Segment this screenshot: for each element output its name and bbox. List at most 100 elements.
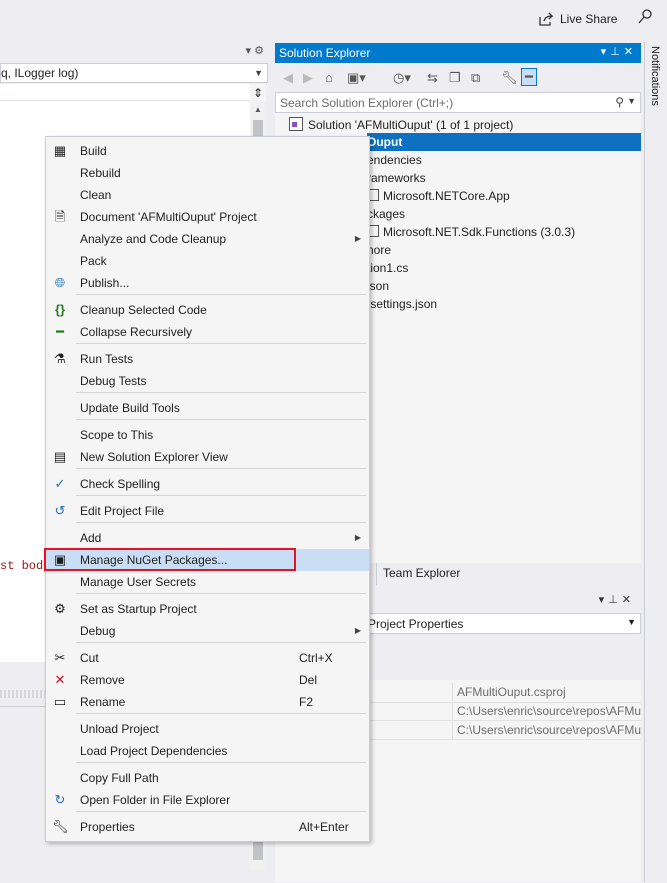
tree-item-local-settings[interactable]: .settings.json bbox=[367, 295, 437, 313]
annotation-highlight-box bbox=[44, 548, 296, 571]
menu-item-label: Build bbox=[80, 144, 107, 158]
menu-separator bbox=[76, 593, 366, 594]
refresh-arrow-icon: ↻ bbox=[54, 792, 66, 807]
menu-item-debug-tests[interactable]: Debug Tests bbox=[46, 370, 369, 392]
menu-item-copy-full-path[interactable]: Copy Full Path bbox=[46, 767, 369, 789]
menu-separator bbox=[76, 468, 366, 469]
menu-item-check-spelling[interactable]: ✓ Check Spelling bbox=[46, 473, 369, 495]
tree-item-solution[interactable]: Solution 'AFMultiOuput' (1 of 1 project) bbox=[289, 116, 513, 134]
menu-item-analyze-and-code-cleanup[interactable]: Analyze and Code Cleanup ▶ bbox=[46, 228, 369, 250]
home-icon[interactable]: ⌂ bbox=[325, 70, 333, 85]
property-value-project-path[interactable]: C:\Users\enric\source\repos\AFMu bbox=[452, 721, 642, 739]
tree-item-project[interactable]: Ouput bbox=[367, 133, 402, 151]
menu-separator bbox=[76, 343, 366, 344]
menu-item-label: Check Spelling bbox=[80, 477, 161, 491]
menu-item-rename[interactable]: ▭ Rename F2 bbox=[46, 691, 369, 713]
collapse-all-icon[interactable]: ❐ bbox=[449, 70, 461, 86]
properties-object-combo[interactable]: Project Properties ▼ bbox=[355, 613, 641, 634]
grid-line bbox=[370, 739, 641, 740]
wrench-icon: 🔧︎ bbox=[52, 819, 69, 834]
split-editor-icon[interactable]: ⇕ bbox=[250, 84, 266, 102]
tree-item-netcore-app[interactable]: Microsoft.NETCore.App bbox=[367, 187, 510, 205]
menu-item-label: Edit Project File bbox=[80, 504, 165, 518]
solution-explorer-search-input[interactable]: Search Solution Explorer (Ctrl+;) ⚲ ▼ bbox=[275, 92, 641, 113]
chevron-down-icon[interactable]: ▼ bbox=[627, 96, 636, 106]
menu-item-rebuild[interactable]: Rebuild bbox=[46, 162, 369, 184]
collapse-icon: ━ bbox=[56, 324, 64, 339]
feedback-icon[interactable] bbox=[636, 8, 654, 26]
tree-item-sdk-functions[interactable]: Microsoft.NET.Sdk.Functions (3.0.3) bbox=[367, 223, 575, 241]
show-all-files-icon[interactable]: ⧉ bbox=[471, 70, 480, 86]
menu-item-cleanup-selected-code[interactable]: {} Cleanup Selected Code bbox=[46, 299, 369, 321]
menu-item-label: Run Tests bbox=[80, 352, 134, 366]
menu-item-pack[interactable]: Pack bbox=[46, 250, 369, 272]
braces-icon: {} bbox=[54, 302, 66, 317]
property-value-project-file[interactable]: AFMultiOuput.csproj bbox=[452, 683, 642, 701]
menu-separator bbox=[76, 762, 366, 763]
tree-item-host-json[interactable]: json bbox=[367, 277, 389, 295]
menu-item-update-build-tools[interactable]: Update Build Tools bbox=[46, 397, 369, 419]
tree-item-function1[interactable]: tion1.cs bbox=[367, 259, 408, 277]
globe-icon: 🌐︎ bbox=[54, 275, 66, 290]
back-icon[interactable]: ◀ bbox=[283, 70, 293, 86]
menu-item-clean[interactable]: Clean bbox=[46, 184, 369, 206]
menu-item-add[interactable]: Add ▶ bbox=[46, 527, 369, 549]
menu-item-publish[interactable]: 🌐︎ Publish... bbox=[46, 272, 369, 294]
menu-item-load-project-dependencies[interactable]: Load Project Dependencies bbox=[46, 740, 369, 762]
selected-tree-row bbox=[367, 133, 641, 151]
tree-item-label: json bbox=[367, 279, 390, 293]
editor-options-icon[interactable]: ▾ ⚙ bbox=[246, 44, 264, 57]
code-string-fragment: st body bbox=[0, 559, 51, 573]
menu-item-cut[interactable]: ✂ Cut Ctrl+X bbox=[46, 647, 369, 669]
menu-item-label: Manage User Secrets bbox=[80, 575, 197, 589]
menu-item-label: Unload Project bbox=[80, 722, 159, 736]
menu-item-new-solution-explorer-view[interactable]: ▤ New Solution Explorer View bbox=[46, 446, 369, 468]
properties-wrench-icon[interactable]: 🔧︎ bbox=[501, 70, 518, 86]
menu-item-set-as-startup-project[interactable]: ⚙ Set as Startup Project bbox=[46, 598, 369, 620]
tree-item-packages[interactable]: ckages bbox=[367, 205, 405, 223]
menu-item-open-folder-in-file-explorer[interactable]: ↻ Open Folder in File Explorer bbox=[46, 789, 369, 811]
menu-item-label: Update Build Tools bbox=[80, 401, 180, 415]
menu-item-debug[interactable]: Debug ▶ bbox=[46, 620, 369, 642]
menu-item-label: Cut bbox=[80, 651, 99, 665]
chevron-right-icon: ▶ bbox=[354, 626, 361, 635]
menu-separator bbox=[76, 713, 366, 714]
property-value-project-folder[interactable]: C:\Users\enric\source\repos\AFMu bbox=[452, 702, 642, 720]
menu-item-label: Properties bbox=[80, 820, 135, 834]
menu-separator bbox=[76, 419, 366, 420]
preview-selected-icon[interactable]: ━ bbox=[521, 68, 537, 86]
member-navigation-combo[interactable]: q, ILogger log) ▼ bbox=[0, 63, 268, 83]
window-pin-close-icons[interactable]: ▾⊥✕ bbox=[601, 45, 637, 58]
search-icon[interactable]: ⚲ bbox=[615, 95, 624, 109]
chevron-down-icon: ▼ bbox=[627, 617, 636, 627]
menu-item-edit-project-file[interactable]: ↺ Edit Project File bbox=[46, 500, 369, 522]
document-icon: 🗎︎ bbox=[54, 209, 66, 224]
chevron-down-icon: ▼ bbox=[254, 68, 263, 78]
menu-item-remove[interactable]: ✕ Remove Del bbox=[46, 669, 369, 691]
live-share-button[interactable]: Live Share bbox=[538, 9, 617, 29]
menu-item-properties[interactable]: 🔧︎ Properties Alt+Enter bbox=[46, 816, 369, 838]
menu-item-label: Document 'AFMultiOuput' Project bbox=[80, 210, 257, 224]
forward-icon[interactable]: ▶ bbox=[303, 70, 313, 86]
menu-item-document-afmultiouput-project[interactable]: 🗎︎ Document 'AFMultiOuput' Project bbox=[46, 206, 369, 228]
pending-changes-filter-icon[interactable]: ◷▾ bbox=[393, 70, 411, 86]
tree-item-gitignore[interactable]: nore bbox=[367, 241, 391, 259]
menu-item-build[interactable]: ▦ Build bbox=[46, 140, 369, 162]
tab-team-explorer[interactable]: Team Explorer bbox=[376, 563, 467, 585]
menu-item-unload-project[interactable]: Unload Project bbox=[46, 718, 369, 740]
menu-item-scope-to-this[interactable]: Scope to This bbox=[46, 424, 369, 446]
notifications-tab[interactable]: Notifications bbox=[644, 42, 667, 882]
sync-icon[interactable]: ⇆ bbox=[427, 70, 438, 86]
window-pin-close-icons[interactable]: ▾⊥✕ bbox=[599, 593, 635, 606]
scroll-up-icon[interactable]: ▲ bbox=[250, 102, 266, 118]
menu-item-manage-user-secrets[interactable]: Manage User Secrets bbox=[46, 571, 369, 593]
tree-item-label: tion1.cs bbox=[367, 261, 409, 275]
menu-item-run-tests[interactable]: ⚗ Run Tests bbox=[46, 348, 369, 370]
menu-item-label: Pack bbox=[80, 254, 107, 268]
edit-icon: ↺ bbox=[54, 503, 66, 518]
menu-item-collapse-recursively[interactable]: ━ Collapse Recursively bbox=[46, 321, 369, 343]
switch-views-icon[interactable]: ▣▾ bbox=[347, 70, 366, 86]
tree-item-frameworks[interactable]: rameworks bbox=[367, 169, 426, 187]
build-icon: ▦ bbox=[53, 143, 67, 158]
tree-item-dependencies[interactable]: endencies bbox=[367, 151, 422, 169]
